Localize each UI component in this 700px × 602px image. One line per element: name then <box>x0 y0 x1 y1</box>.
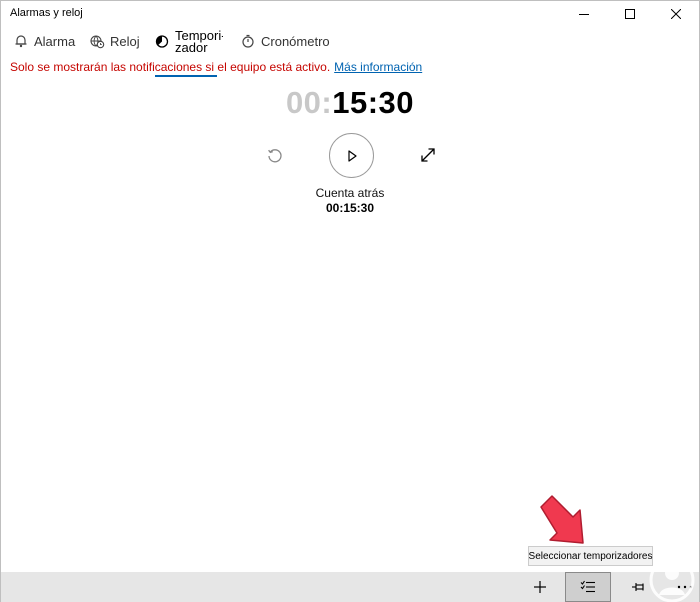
reset-button[interactable] <box>265 146 285 166</box>
expand-icon <box>421 148 435 162</box>
add-timer-button[interactable] <box>518 572 562 602</box>
timer-separator: : <box>321 85 333 120</box>
bell-icon <box>13 33 29 49</box>
minimize-icon <box>579 14 589 15</box>
title-bar: Alarmas y reloj <box>1 1 699 27</box>
tab-label: Alarma <box>34 33 76 49</box>
tab-label: Tempori-zador <box>175 29 223 53</box>
stopwatch-icon <box>240 33 256 49</box>
close-button[interactable] <box>653 1 699 27</box>
tab-temporizador[interactable]: Tempori-zador <box>154 28 223 54</box>
timer-hours: 00 <box>285 85 322 120</box>
pin-icon <box>632 583 644 591</box>
command-bar <box>1 572 699 602</box>
window-title: Alarmas y reloj <box>10 7 83 19</box>
plus-icon <box>534 581 546 593</box>
timer-display: 00:15:30 <box>1 85 699 121</box>
timer-name: Cuenta atrás <box>315 186 385 200</box>
close-icon <box>671 9 681 19</box>
reset-icon <box>268 149 282 163</box>
notification-warning: Solo se mostrarán las notificaciones si … <box>10 60 422 74</box>
more-info-link[interactable]: Más información <box>334 60 422 74</box>
notification-text: Solo se mostrarán las notificaciones si … <box>10 60 331 74</box>
app-window: Alarmas y reloj Alarma Reloj Tempori-zad… <box>0 0 700 602</box>
tab-alarma[interactable]: Alarma <box>13 28 75 54</box>
tab-reloj[interactable]: Reloj <box>89 28 140 54</box>
expand-button[interactable] <box>419 146 437 164</box>
tab-bar: Alarma Reloj Tempori-zador Cronómetro <box>1 28 699 77</box>
tab-label: Cronómetro <box>261 33 330 49</box>
selected-tab-indicator <box>155 75 217 77</box>
globe-clock-icon <box>89 33 105 49</box>
timer-remaining: 00:15:30 <box>325 201 375 215</box>
tab-label: Reloj <box>110 33 140 49</box>
watermark-logo-icon <box>649 557 695 602</box>
timer-minutes-seconds: 15:30 <box>332 85 415 120</box>
annotation-arrow-icon <box>535 493 595 549</box>
maximize-button[interactable] <box>607 1 653 27</box>
tab-cronometro[interactable]: Cronómetro <box>240 28 330 54</box>
timer-icon <box>154 33 170 49</box>
select-timers-button[interactable] <box>565 572 611 602</box>
tooltip: Seleccionar temporizadores <box>528 546 653 566</box>
play-button[interactable] <box>329 133 374 178</box>
play-icon <box>347 149 357 162</box>
maximize-icon <box>625 9 635 19</box>
checklist-icon <box>580 580 595 593</box>
minimize-button[interactable] <box>561 1 607 27</box>
